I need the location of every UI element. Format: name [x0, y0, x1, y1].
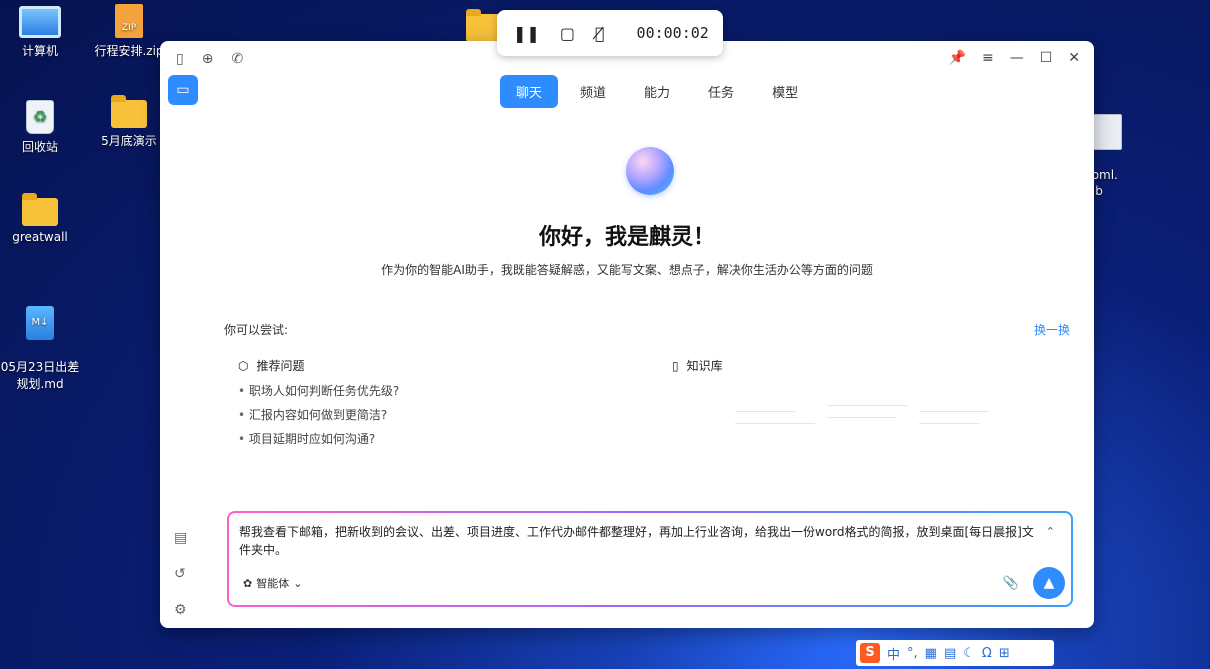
close-icon[interactable]: ✕: [1068, 50, 1080, 66]
preview-line: [827, 405, 907, 406]
main-tabs: 聊天 频道 能力 任务 模型: [500, 75, 814, 108]
preview-line: [919, 411, 989, 412]
recycle-bin-icon: ♻: [26, 100, 54, 134]
history-icon[interactable]: ↺: [174, 566, 187, 582]
greeting-subtitle: 作为你的智能AI助手，我既能答疑解惑，又能写文案、想点子，解决你生活办公等方面的…: [381, 263, 873, 277]
screen-recorder-bar: ❚❚ ▢ 🎙̸ 00:00:02: [497, 10, 723, 56]
tab-model[interactable]: 模型: [756, 75, 814, 108]
recommend-title: 推荐问题: [256, 359, 305, 373]
send-arrow-icon: ▲: [1043, 575, 1055, 591]
stop-icon[interactable]: ▢: [560, 24, 575, 43]
sidebar-toggle-icon[interactable]: ▯: [176, 51, 184, 67]
try-label: 你可以尝试:: [224, 323, 289, 337]
document-file-icon: [1092, 114, 1122, 150]
chevron-down-icon: ⌄: [293, 576, 303, 590]
moon-icon[interactable]: ☾: [963, 646, 975, 661]
list-item[interactable]: 汇报内容如何做到更简洁?: [238, 403, 399, 427]
preview-line: [919, 423, 979, 424]
desktop-icon-label: 05月23日出差 规划.md: [0, 360, 80, 391]
preview-line: [735, 423, 815, 424]
desktop-icon-md-file[interactable]: M↓ 05月23日出差 规划.md: [0, 292, 85, 392]
pin-icon[interactable]: 📌: [949, 50, 966, 66]
menu-icon[interactable]: ≡: [982, 50, 994, 66]
assistant-window: ▯ ⊕ ✆ 📌 ≡ — ☐ ✕ ▭ ▤ ↺ ⚙ 聊天 频道 能力 任务 模型 你…: [160, 41, 1094, 628]
desktop-icon-recycle-bin[interactable]: ♻ 回收站: [0, 100, 85, 155]
book-icon: ▯: [672, 358, 679, 373]
sidebar-chat-button[interactable]: ▭: [168, 75, 198, 105]
skin-icon[interactable]: ▦: [925, 646, 937, 661]
omega-icon[interactable]: Ω: [982, 646, 992, 661]
folder-icon: [111, 95, 147, 128]
punctuation-icon[interactable]: °,: [907, 646, 918, 661]
desktop-icon-label: 5月底演示: [101, 134, 157, 148]
greeting-title: 你好，我是麒灵！: [538, 225, 715, 250]
assistant-logo: [626, 147, 674, 195]
knowledge-title: 知识库: [686, 359, 723, 373]
grid-icon[interactable]: ⊞: [999, 646, 1010, 661]
tab-channel[interactable]: 频道: [564, 75, 622, 108]
sogou-logo-icon[interactable]: S: [860, 643, 880, 663]
desktop-icon-label: 回收站: [21, 140, 58, 154]
attachment-icon[interactable]: 📎: [1003, 576, 1019, 591]
monitor-icon: [19, 6, 61, 38]
tab-task[interactable]: 任务: [692, 75, 750, 108]
pause-icon[interactable]: ❚❚: [513, 24, 540, 43]
sidebar-bottom-tools: ▤ ↺ ⚙: [174, 530, 187, 618]
list-item[interactable]: 项目延期时应如何沟通?: [238, 427, 399, 451]
desktop-icon-label: 行程安排.zip: [94, 44, 164, 58]
desktop-icon-label: greatwall: [12, 230, 68, 244]
call-icon[interactable]: ✆: [231, 51, 243, 67]
knowledge-preview[interactable]: [735, 397, 995, 437]
chat-input-box[interactable]: 帮我查看下邮箱，把新收到的会议、出差、项目进度、工作代办邮件都整理好，再加上行业…: [227, 511, 1073, 607]
send-button[interactable]: ▲: [1033, 567, 1065, 599]
preview-line: [735, 411, 795, 412]
ime-toolbar: S 中 °, ▦ ▤ ☾ Ω ⊞: [856, 640, 1054, 666]
notes-icon[interactable]: ▤: [174, 530, 187, 546]
desktop-icon-folder-greatwall[interactable]: greatwall: [0, 193, 85, 244]
mode-selector[interactable]: ✿ 智能体 ⌄: [243, 575, 302, 591]
titlebar-left-tools: ▯ ⊕ ✆: [176, 51, 243, 67]
chevron-up-icon[interactable]: ⌃: [1046, 525, 1055, 538]
new-chat-icon[interactable]: ⊕: [202, 51, 214, 67]
maximize-icon[interactable]: ☐: [1040, 50, 1053, 66]
desktop-icon-computer[interactable]: 计算机: [0, 6, 85, 59]
keyboard-icon[interactable]: ▤: [944, 646, 956, 661]
minimize-icon[interactable]: —: [1010, 50, 1024, 66]
mic-muted-icon[interactable]: 🎙̸: [595, 24, 605, 43]
window-controls: 📌 ≡ — ☐ ✕: [949, 50, 1080, 66]
tab-ability[interactable]: 能力: [628, 75, 686, 108]
recommend-header: ⬡ 推荐问题: [238, 357, 305, 374]
ime-chinese-mode[interactable]: 中: [887, 644, 900, 663]
mode-label: 智能体: [256, 577, 290, 590]
agent-icon: ✿: [243, 576, 253, 590]
tab-chat[interactable]: 聊天: [500, 75, 559, 108]
knowledge-header: ▯ 知识库: [672, 357, 723, 374]
recording-timer: 00:00:02: [636, 24, 709, 42]
settings-gear-icon[interactable]: ⚙: [174, 602, 187, 618]
desktop-icon-label: 计算机: [21, 44, 58, 58]
markdown-file-icon: M↓: [26, 306, 54, 340]
zip-file-icon: ZIP: [115, 4, 143, 38]
refresh-suggestions-link[interactable]: 换一换: [1034, 321, 1070, 338]
preview-line: [827, 417, 897, 418]
folder-icon: [22, 193, 58, 226]
chat-bubble-icon: ▭: [176, 82, 190, 98]
recommend-list: 职场人如何判断任务优先级? 汇报内容如何做到更简洁? 项目延期时应如何沟通?: [238, 379, 399, 451]
chat-input-text[interactable]: 帮我查看下邮箱，把新收到的会议、出差、项目进度、工作代办邮件都整理好，再加上行业…: [239, 523, 1039, 559]
cube-icon: ⬡: [238, 358, 249, 373]
list-item[interactable]: 职场人如何判断任务优先级?: [238, 379, 399, 403]
